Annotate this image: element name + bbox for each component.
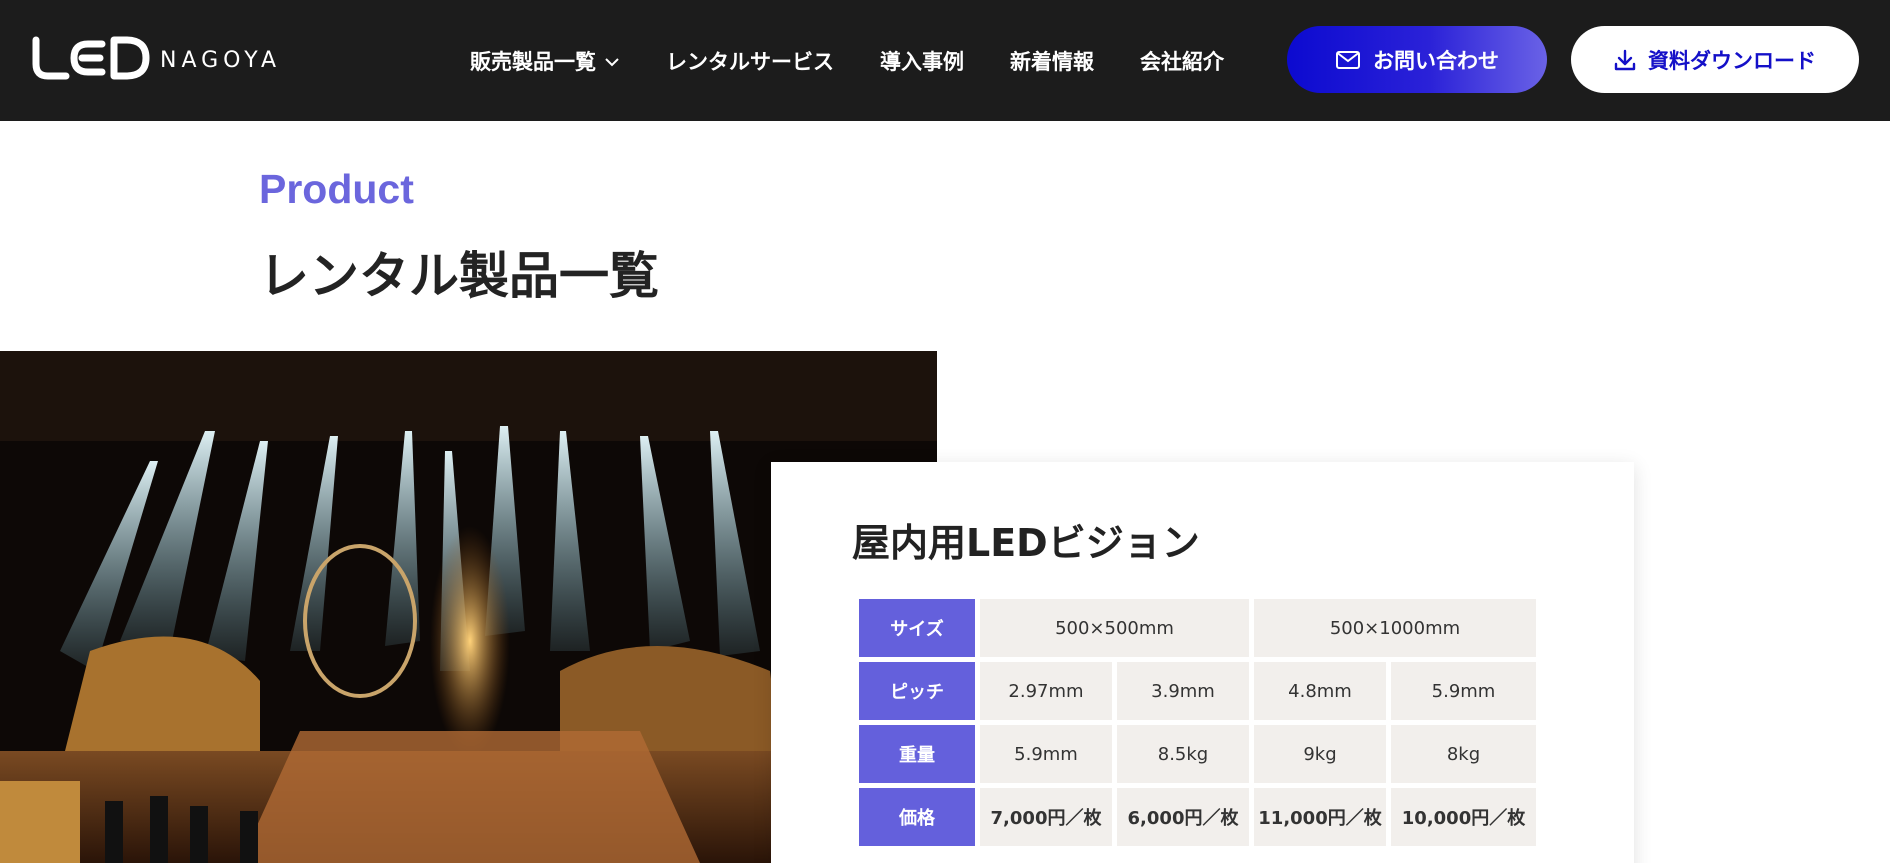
- table-cell: 500×500mm: [980, 599, 1249, 657]
- download-button[interactable]: 資料ダウンロード: [1571, 26, 1859, 93]
- nav-item-label: 新着情報: [1010, 49, 1094, 74]
- nav-item-rental[interactable]: レンタルサービス: [666, 46, 834, 76]
- nav-item-cases[interactable]: 導入事例: [880, 46, 964, 76]
- row-header-pitch: ピッチ: [859, 662, 975, 720]
- table-cell: 3.9mm: [1117, 662, 1249, 720]
- row-header-weight: 重量: [859, 725, 975, 783]
- table-cell: 8.5kg: [1117, 725, 1249, 783]
- product-title: 屋内用LEDビジョン: [852, 521, 1200, 565]
- table-row: ピッチ 2.97mm 3.9mm 4.8mm 5.9mm: [859, 662, 1536, 720]
- spec-table: サイズ 500×500mm 500×1000mm ピッチ 2.97mm 3.9m…: [854, 594, 1541, 851]
- table-cell: 5.9mm: [980, 725, 1112, 783]
- row-header-price: 価格: [859, 788, 975, 846]
- section-eyebrow: Product: [259, 166, 414, 212]
- nav-item-label: 導入事例: [880, 49, 964, 74]
- table-cell: 9kg: [1254, 725, 1386, 783]
- nav-item-news[interactable]: 新着情報: [1010, 46, 1094, 76]
- table-cell: 2.97mm: [980, 662, 1112, 720]
- table-cell: 4.8mm: [1254, 662, 1386, 720]
- site-header: NAGOYA 販売製品一覧 レンタルサービス 導入事例 新着情報 会社紹介 お問…: [0, 0, 1890, 121]
- nav-item-products[interactable]: 販売製品一覧: [470, 46, 620, 76]
- led-logo-mark: [32, 36, 150, 80]
- logo-subtitle: NAGOYA: [160, 47, 282, 73]
- table-cell: 10,000円／枚: [1391, 788, 1536, 846]
- table-cell: 500×1000mm: [1254, 599, 1536, 657]
- download-button-label: 資料ダウンロード: [1648, 48, 1816, 73]
- product-card: 屋内用LEDビジョン サイズ 500×500mm 500×1000mm ピッチ …: [771, 462, 1634, 863]
- mail-icon: [1335, 50, 1361, 70]
- nav-item-label: 会社紹介: [1140, 49, 1224, 74]
- site-logo[interactable]: NAGOYA: [30, 34, 281, 82]
- nav-item-company[interactable]: 会社紹介: [1140, 46, 1224, 76]
- download-icon: [1614, 49, 1636, 71]
- row-header-size: サイズ: [859, 599, 975, 657]
- table-cell: 5.9mm: [1391, 662, 1536, 720]
- table-row: サイズ 500×500mm 500×1000mm: [859, 599, 1536, 657]
- nav-item-label: レンタルサービス: [666, 49, 834, 74]
- table-cell: 6,000円／枚: [1117, 788, 1249, 846]
- contact-button-label: お問い合わせ: [1373, 48, 1499, 73]
- table-cell: 8kg: [1391, 725, 1536, 783]
- nav-item-label: 販売製品一覧: [470, 49, 596, 74]
- contact-button[interactable]: お問い合わせ: [1287, 26, 1547, 93]
- main-nav: 販売製品一覧 レンタルサービス 導入事例 新着情報 会社紹介: [470, 0, 1224, 121]
- table-row: 重量 5.9mm 8.5kg 9kg 8kg: [859, 725, 1536, 783]
- table-row: 価格 7,000円／枚 6,000円／枚 11,000円／枚 10,000円／枚: [859, 788, 1536, 846]
- page-title: レンタル製品一覧: [259, 247, 659, 305]
- table-cell: 7,000円／枚: [980, 788, 1112, 846]
- table-cell: 11,000円／枚: [1254, 788, 1386, 846]
- chevron-down-icon: [604, 49, 620, 73]
